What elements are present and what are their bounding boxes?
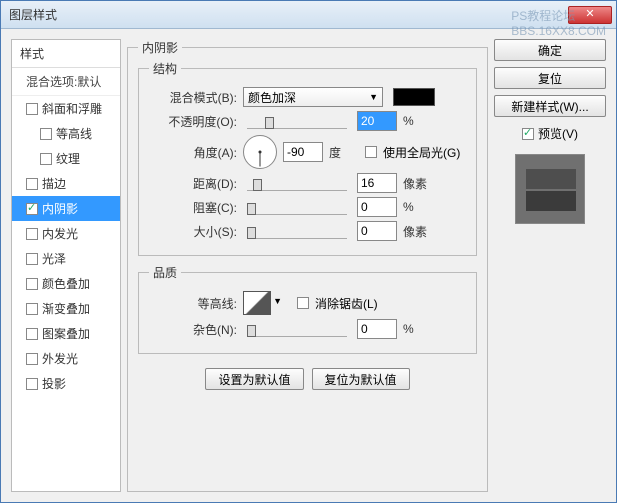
chevron-down-icon: ▼: [273, 296, 282, 306]
reset-default-button[interactable]: 复位为默认值: [312, 368, 410, 390]
style-item-3[interactable]: 描边: [12, 171, 120, 196]
style-item-label: 内阴影: [42, 200, 78, 217]
style-item-6[interactable]: 光泽: [12, 246, 120, 271]
style-checkbox[interactable]: [26, 303, 38, 315]
size-label: 大小(S):: [149, 223, 237, 240]
style-checkbox[interactable]: [40, 128, 52, 140]
contour-picker[interactable]: ▼: [243, 291, 271, 315]
close-button[interactable]: ✕: [568, 6, 612, 24]
choke-label: 阻塞(C):: [149, 199, 237, 216]
style-checkbox[interactable]: [40, 153, 52, 165]
quality-legend: 品质: [149, 264, 181, 281]
opacity-label: 不透明度(O):: [149, 113, 237, 130]
antialias-checkbox[interactable]: [297, 297, 309, 309]
style-checkbox[interactable]: [26, 353, 38, 365]
style-item-label: 斜面和浮雕: [42, 100, 102, 117]
inner-shadow-legend: 内阴影: [138, 39, 182, 56]
set-default-button[interactable]: 设置为默认值: [205, 368, 303, 390]
noise-slider[interactable]: [247, 321, 347, 337]
style-checkbox[interactable]: [26, 378, 38, 390]
structure-legend: 结构: [149, 60, 181, 77]
style-item-label: 光泽: [42, 250, 66, 267]
style-item-label: 渐变叠加: [42, 300, 90, 317]
contour-label: 等高线:: [149, 295, 237, 312]
opacity-field[interactable]: 20: [357, 111, 397, 131]
opacity-unit: %: [403, 114, 433, 128]
angle-label: 角度(A):: [149, 144, 237, 161]
window-buttons: ✕: [568, 6, 612, 24]
new-style-button[interactable]: 新建样式(W)...: [494, 95, 606, 117]
style-item-5[interactable]: 内发光: [12, 221, 120, 246]
style-item-0[interactable]: 斜面和浮雕: [12, 96, 120, 121]
size-slider[interactable]: [247, 223, 347, 239]
angle-unit: 度: [329, 144, 359, 161]
style-list: 样式 混合选项:默认 斜面和浮雕等高线纹理描边内阴影内发光光泽颜色叠加渐变叠加图…: [11, 39, 121, 492]
style-item-4[interactable]: 内阴影: [12, 196, 120, 221]
inner-shadow-group: 内阴影 结构 混合模式(B): 颜色加深 ▼ 不透明度(O):: [127, 39, 488, 492]
global-light-label: 使用全局光(G): [383, 144, 460, 161]
distance-slider[interactable]: [247, 175, 347, 191]
choke-slider[interactable]: [247, 199, 347, 215]
style-item-label: 投影: [42, 375, 66, 392]
center-panel: 内阴影 结构 混合模式(B): 颜色加深 ▼ 不透明度(O):: [127, 39, 488, 492]
style-list-header[interactable]: 样式: [12, 40, 120, 68]
chevron-down-icon: ▼: [369, 92, 378, 102]
preview-label: 预览(V): [538, 125, 578, 142]
style-item-label: 等高线: [56, 125, 92, 142]
style-item-1[interactable]: 等高线: [12, 121, 120, 146]
style-item-2[interactable]: 纹理: [12, 146, 120, 171]
size-unit: 像素: [403, 223, 433, 240]
window-title: 图层样式: [9, 6, 57, 23]
titlebar: 图层样式 ✕ PS教程论坛 BBS.16XX8.COM: [1, 1, 616, 29]
style-item-7[interactable]: 颜色叠加: [12, 271, 120, 296]
style-item-label: 内发光: [42, 225, 78, 242]
color-swatch[interactable]: [393, 88, 435, 106]
size-field[interactable]: 0: [357, 221, 397, 241]
opacity-slider[interactable]: [247, 113, 347, 129]
noise-unit: %: [403, 322, 433, 336]
dialog-body: 样式 混合选项:默认 斜面和浮雕等高线纹理描边内阴影内发光光泽颜色叠加渐变叠加图…: [1, 29, 616, 502]
style-checkbox[interactable]: [26, 278, 38, 290]
style-item-11[interactable]: 投影: [12, 371, 120, 396]
style-checkbox[interactable]: [26, 178, 38, 190]
style-checkbox[interactable]: [26, 103, 38, 115]
style-checkbox[interactable]: [26, 228, 38, 240]
choke-field[interactable]: 0: [357, 197, 397, 217]
style-item-label: 纹理: [56, 150, 80, 167]
blend-options-item[interactable]: 混合选项:默认: [12, 68, 120, 96]
noise-label: 杂色(N):: [149, 321, 237, 338]
right-buttons: 确定 复位 新建样式(W)... 预览(V): [494, 39, 606, 492]
style-item-8[interactable]: 渐变叠加: [12, 296, 120, 321]
blend-mode-dropdown[interactable]: 颜色加深 ▼: [243, 87, 383, 107]
global-light-checkbox[interactable]: [365, 146, 377, 158]
style-item-label: 外发光: [42, 350, 78, 367]
style-item-label: 颜色叠加: [42, 275, 90, 292]
blend-mode-label: 混合模式(B):: [149, 89, 237, 106]
antialias-label: 消除锯齿(L): [315, 295, 378, 312]
preview-swatch: [515, 154, 585, 224]
cancel-button[interactable]: 复位: [494, 67, 606, 89]
distance-field[interactable]: 16: [357, 173, 397, 193]
distance-unit: 像素: [403, 175, 433, 192]
quality-group: 品质 等高线: ▼ 消除锯齿(L) 杂色(N): 0 %: [138, 264, 477, 354]
layerstyle-window: 图层样式 ✕ PS教程论坛 BBS.16XX8.COM 样式 混合选项:默认 斜…: [0, 0, 617, 503]
choke-unit: %: [403, 200, 433, 214]
style-checkbox[interactable]: [26, 253, 38, 265]
ok-button[interactable]: 确定: [494, 39, 606, 61]
noise-field[interactable]: 0: [357, 319, 397, 339]
style-item-9[interactable]: 图案叠加: [12, 321, 120, 346]
preview-checkbox[interactable]: [522, 128, 534, 140]
style-item-label: 描边: [42, 175, 66, 192]
distance-label: 距离(D):: [149, 175, 237, 192]
angle-dial[interactable]: [243, 135, 277, 169]
style-checkbox[interactable]: [26, 328, 38, 340]
style-item-10[interactable]: 外发光: [12, 346, 120, 371]
structure-group: 结构 混合模式(B): 颜色加深 ▼ 不透明度(O): 20 %: [138, 60, 477, 256]
style-checkbox[interactable]: [26, 203, 38, 215]
angle-field[interactable]: -90: [283, 142, 323, 162]
style-item-label: 图案叠加: [42, 325, 90, 342]
